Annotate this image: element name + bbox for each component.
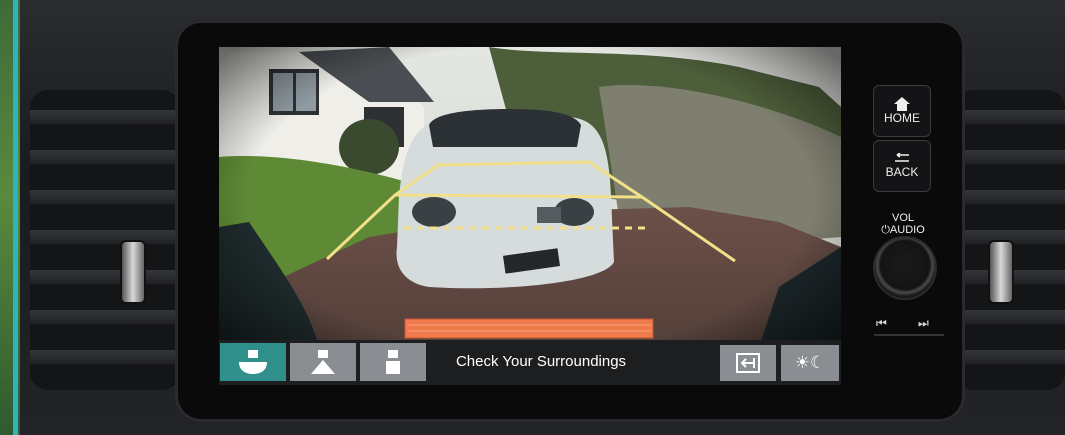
wide-view-button[interactable] — [220, 343, 286, 381]
next-track-icon[interactable]: ⏭ — [918, 316, 929, 331]
day-night-button[interactable]: ☀☾ — [781, 345, 839, 381]
power-icon: ⏻ — [881, 223, 890, 236]
previous-track-icon[interactable]: ⏮ — [876, 316, 887, 331]
back-button[interactable]: BACK — [873, 140, 931, 192]
wide-view-icon — [239, 350, 267, 374]
top-down-view-icon — [386, 350, 400, 374]
volume-knob[interactable] — [875, 238, 935, 298]
day-night-icon: ☀☾ — [794, 353, 826, 373]
back-icon — [895, 153, 909, 162]
normal-view-button[interactable] — [290, 343, 356, 381]
top-down-view-button[interactable] — [360, 343, 426, 381]
track-key-strip — [874, 334, 944, 336]
vent-knob-right[interactable] — [988, 240, 1014, 304]
normal-view-icon — [311, 350, 335, 374]
home-icon — [894, 97, 910, 111]
accent-border — [13, 0, 18, 435]
volume-label: VOL ⏻AUDIO — [872, 212, 934, 236]
audio-text: AUDIO — [889, 224, 925, 236]
back-label: BACK — [885, 165, 919, 179]
camera-feed — [219, 47, 841, 385]
exit-icon — [736, 353, 760, 373]
exit-camera-button[interactable] — [720, 345, 776, 381]
rear-camera-view — [219, 47, 841, 385]
home-button[interactable]: HOME — [873, 85, 931, 137]
vent-knob-left[interactable] — [120, 240, 146, 304]
home-label: HOME — [884, 111, 920, 125]
infotainment-display: Check Your Surroundings ☀☾ — [219, 47, 841, 385]
status-message: Check Your Surroundings — [455, 353, 627, 370]
air-vent-left — [30, 90, 180, 390]
